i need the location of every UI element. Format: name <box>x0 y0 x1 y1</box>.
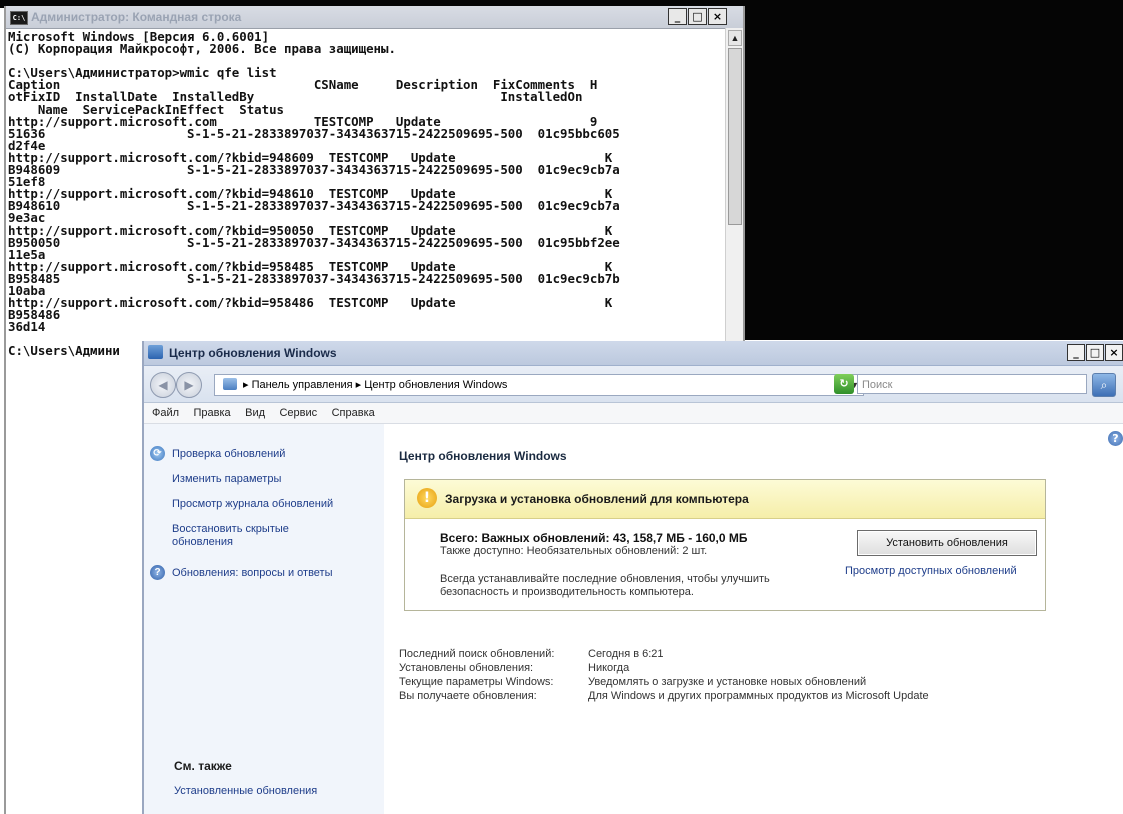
menu-view[interactable]: Вид <box>245 403 265 423</box>
task-faq[interactable]: Обновления: вопросы и ответы <box>172 567 333 580</box>
info-label: Последний поиск обновлений: <box>399 648 555 660</box>
install-updates-button[interactable]: Установить обновления <box>857 530 1037 556</box>
minimize-button[interactable]: _ <box>1067 344 1085 361</box>
minimize-button[interactable]: _ <box>668 8 687 25</box>
forward-arrow-icon[interactable]: ▶ <box>176 372 202 398</box>
advice-text: Всегда устанавливайте последние обновлен… <box>440 573 840 599</box>
menu-tools[interactable]: Сервис <box>279 403 317 423</box>
update-window-titlebar[interactable]: Центр обновления Windows _ □ × <box>144 341 1123 366</box>
search-input[interactable]: Поиск <box>857 374 1087 394</box>
address-path: ▸ Панель управления ▸ Центр обновления W… <box>243 379 508 391</box>
cmd-title: Администратор: Командная строка <box>31 10 242 24</box>
maximize-button[interactable]: □ <box>688 8 707 25</box>
status-header: ! Загрузка и установка обновлений для ко… <box>405 480 1045 519</box>
info-value: Никогда <box>588 662 630 674</box>
info-label: Текущие параметры Windows: <box>399 676 554 688</box>
close-button[interactable]: × <box>708 8 727 25</box>
cmd-titlebar[interactable]: C:\ Администратор: Командная строка _ □ … <box>6 6 743 29</box>
desktop-background <box>740 0 1123 340</box>
info-label: Установлены обновления: <box>399 662 534 674</box>
advice-line-2: безопасность и производительность компью… <box>440 586 694 598</box>
optional-updates-summary: Также доступно: Необязательных обновлени… <box>440 545 708 557</box>
task-change-settings[interactable]: Изменить параметры <box>172 473 281 486</box>
help-icon[interactable]: ? <box>1108 431 1123 446</box>
task-restore-hidden[interactable]: Восстановить скрытые обновления <box>172 523 289 549</box>
update-window-controls: _ □ × <box>1066 344 1123 361</box>
view-available-updates-link[interactable]: Просмотр доступных обновлений <box>845 565 1017 577</box>
scroll-up-arrow-icon[interactable]: ▲ <box>728 30 742 46</box>
update-status-panel: ! Загрузка и установка обновлений для ко… <box>404 479 1046 611</box>
help-question-icon: ? <box>150 565 165 580</box>
console-output[interactable]: Microsoft Windows [Версия 6.0.6001] (C) … <box>8 31 723 358</box>
desktop: C:\ Администратор: Командная строка _ □ … <box>0 0 1123 814</box>
task-restore-hidden-line2: обновления <box>172 536 233 548</box>
task-restore-hidden-line1: Восстановить скрытые <box>172 523 289 535</box>
cmd-icon: C:\ <box>10 11 28 25</box>
info-value: Сегодня в 6:21 <box>588 648 664 660</box>
installed-updates-link[interactable]: Установленные обновления <box>174 785 317 797</box>
address-bar[interactable]: ▸ Панель управления ▸ Центр обновления W… <box>214 374 864 396</box>
important-updates-summary: Всего: Важных обновлений: 43, 158,7 МБ -… <box>440 531 748 545</box>
windows-update-window[interactable]: Центр обновления Windows _ □ × ◀ ▶ ▸ Пан… <box>142 341 1123 814</box>
page-title: Центр обновления Windows <box>399 449 567 463</box>
menu-file[interactable]: Файл <box>152 403 179 423</box>
menu-edit[interactable]: Правка <box>194 403 231 423</box>
address-toolbar: ◀ ▶ ▸ Панель управления ▸ Центр обновлен… <box>144 366 1123 403</box>
info-value: Уведомлять о загрузке и установке новых … <box>588 676 867 688</box>
info-value: Для Windows и других программных продукт… <box>588 690 929 702</box>
task-check-updates[interactable]: Проверка обновлений <box>172 448 285 461</box>
menu-bar: Файл Правка Вид Сервис Справка <box>144 403 1123 424</box>
see-also-heading: См. также <box>174 759 232 773</box>
tasks-pane: ⟳ Проверка обновлений Изменить параметры… <box>144 424 384 814</box>
close-button[interactable]: × <box>1105 344 1123 361</box>
info-label: Вы получаете обновления: <box>399 690 537 702</box>
check-updates-icon: ⟳ <box>150 446 165 461</box>
search-icon[interactable]: ⌕ <box>1092 373 1116 397</box>
control-panel-icon <box>223 378 237 390</box>
update-window-title: Центр обновления Windows <box>169 346 337 360</box>
advice-line-1: Всегда устанавливайте последние обновлен… <box>440 573 770 585</box>
status-title: Загрузка и установка обновлений для комп… <box>445 492 749 506</box>
windows-update-icon <box>148 345 163 359</box>
back-arrow-icon[interactable]: ◀ <box>150 372 176 398</box>
warning-shield-icon: ! <box>417 488 437 508</box>
maximize-button[interactable]: □ <box>1086 344 1104 361</box>
scrollbar-thumb[interactable] <box>728 48 742 225</box>
cmd-window-controls: _ □ × <box>667 8 727 25</box>
menu-help[interactable]: Справка <box>332 403 375 423</box>
task-view-history[interactable]: Просмотр журнала обновлений <box>172 498 333 511</box>
refresh-icon[interactable]: ↻ <box>834 374 854 394</box>
